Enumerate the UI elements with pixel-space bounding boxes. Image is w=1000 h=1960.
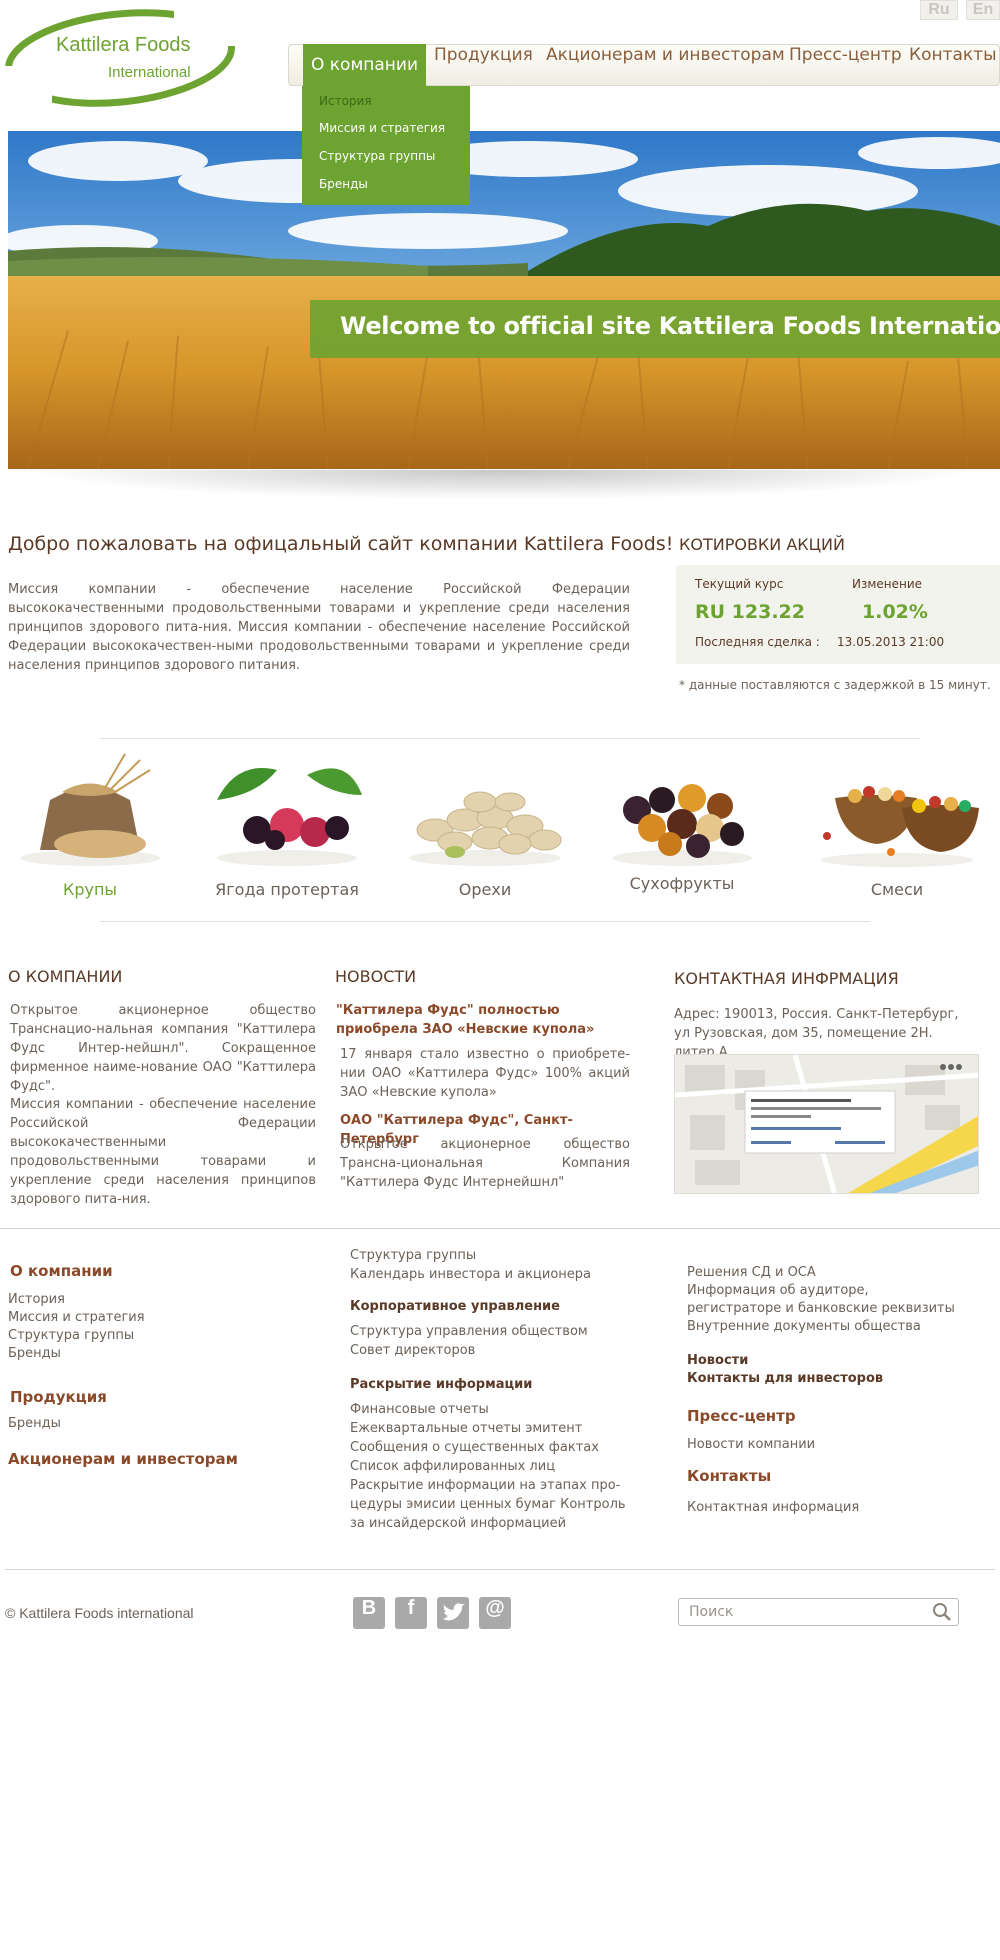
footer-link-mission[interactable]: Миссия и стратегия	[8, 1310, 145, 1325]
search-input[interactable]	[689, 1602, 919, 1622]
footer-corp-title[interactable]: Корпоративное управление	[350, 1299, 560, 1314]
nav-investors[interactable]: Акционерам и инвесторам	[546, 45, 785, 85]
lang-en-button[interactable]: En	[966, 0, 1000, 20]
footer-contacts-title[interactable]: Контакты	[687, 1467, 771, 1485]
nav-about[interactable]: О компании	[303, 44, 427, 86]
footer-products-title[interactable]: Продукция	[10, 1388, 107, 1406]
cereals-image	[20, 753, 160, 866]
product-label-berries: Ягода протертая	[215, 880, 359, 899]
divider	[100, 921, 870, 922]
about-paragraph-2: Миссия компании - обеспечение население …	[10, 1097, 316, 1207]
nav-contacts[interactable]: Контакты	[909, 45, 997, 85]
about-paragraph-1: Открытое акционерное общество Транснацио…	[10, 1003, 316, 1094]
divider	[5, 1569, 995, 1570]
dropdown-item-history[interactable]: История	[319, 94, 372, 108]
logo[interactable]: Kattilera Foods International	[4, 8, 236, 110]
about-title: О КОМПАНИИ	[8, 967, 123, 986]
location-map[interactable]	[674, 1054, 979, 1194]
about-dropdown-menu: История Миссия и стратегия Структура гру…	[302, 86, 470, 205]
email-icon[interactable]: @	[479, 1597, 511, 1629]
product-label-cereals: Крупы	[62, 880, 118, 899]
stocks-last-label: Последняя сделка :	[695, 635, 820, 649]
copyright: © Kattilera Foods international	[5, 1605, 194, 1621]
footer-link-investor-contacts[interactable]: Контакты для инвесторов	[687, 1371, 883, 1386]
logo-swoosh	[4, 9, 236, 110]
footer-link-insider[interactable]: за инсайдерской информацией	[350, 1516, 566, 1531]
footer-link-affiliates[interactable]: Список аффилированных лиц	[350, 1459, 555, 1474]
product-label-nuts: Орехи	[458, 880, 512, 899]
dropdown-item-mission[interactable]: Миссия и стратегия	[319, 121, 445, 135]
search-icon[interactable]	[932, 1602, 952, 1622]
hero-shadow	[20, 470, 980, 500]
footer-about-title[interactable]: О компании	[10, 1262, 113, 1280]
product-dried-fruits[interactable]: Сухофрукты	[592, 740, 772, 920]
footer-link-structure[interactable]: Структура группы	[8, 1328, 134, 1343]
stocks-change-label: Изменение	[852, 577, 923, 591]
footer-link-group-structure[interactable]: Структура группы	[350, 1248, 476, 1263]
footer-link-board[interactable]: Совет директоров	[350, 1343, 475, 1358]
divider	[100, 738, 920, 739]
mission-text: Миссия компании - обеспечение население …	[8, 582, 630, 673]
logo-subtitle: International	[108, 64, 191, 81]
footer-link-news[interactable]: Новости	[687, 1353, 748, 1368]
twitter-bird-glyph	[443, 1603, 465, 1621]
footer-link-investor-calendar[interactable]: Календарь инвестора и акционера	[350, 1267, 591, 1282]
footer-link-internal-docs[interactable]: Внутренние документы общества	[687, 1319, 921, 1334]
footer-link-management[interactable]: Структура управления обществом	[350, 1324, 588, 1339]
footer-link-emission-2[interactable]: цедуры эмисии ценных бумаг Контроль	[350, 1497, 626, 1512]
dried-fruits-image	[612, 784, 752, 866]
product-nuts[interactable]: Орехи	[395, 740, 575, 920]
welcome-title: Добро пожаловать на офицальный сайт комп…	[8, 533, 674, 555]
product-cereals[interactable]: Крупы	[0, 740, 180, 920]
stocks-title: КОТИРОВКИ АКЦИЙ	[679, 535, 845, 554]
footer-press-title[interactable]: Пресс-центр	[687, 1407, 796, 1425]
welcome-banner-text: Welcome to official site Kattilera Foods…	[340, 312, 1000, 340]
footer-link-auditor[interactable]: Информация об аудиторе,	[687, 1283, 869, 1298]
vk-icon[interactable]: B	[353, 1597, 385, 1629]
logo-title: Kattilera Foods	[56, 34, 191, 56]
news-item-1-headline[interactable]: "Каттилера Фудс" полностью приобрела ЗАО…	[336, 1001, 636, 1039]
stocks-change-value: 1.02%	[862, 601, 928, 623]
berries-image	[217, 768, 362, 866]
footer-link-history[interactable]: История	[8, 1292, 65, 1307]
product-berries[interactable]: Ягода протертая	[197, 740, 377, 920]
dropdown-item-brands[interactable]: Бренды	[319, 177, 368, 191]
footer-link-decisions[interactable]: Решения СД и ОСА	[687, 1265, 816, 1280]
stocks-last-value: 13.05.2013 21:00	[837, 635, 945, 649]
nav-press[interactable]: Пресс-центр	[789, 45, 902, 85]
news-item-1-text: 17 января стало известно о приобрете-нии…	[340, 1047, 630, 1100]
footer-link-brands[interactable]: Бренды	[8, 1346, 61, 1361]
footer-link-registrar[interactable]: регистраторе и банковские реквизиты	[687, 1301, 955, 1316]
map-image	[675, 1055, 978, 1193]
dropdown-item-structure[interactable]: Структура группы	[319, 149, 435, 163]
product-label-dried-fruits: Сухофрукты	[629, 874, 735, 893]
footer-link-emission-1[interactable]: Раскрытие информации на этапах про-	[350, 1478, 620, 1493]
stocks-panel: Текущий курс Изменение RU 123.22 1.02% П…	[676, 565, 1000, 664]
twitter-icon[interactable]	[437, 1597, 469, 1629]
footer-link-quarterly[interactable]: Ежеквартальные отчеты эмитент	[350, 1421, 582, 1436]
stocks-note: * данные поставляются с задержкой в 15 м…	[679, 678, 991, 692]
footer-link-company-news[interactable]: Новости компании	[687, 1437, 815, 1452]
contacts-title: КОНТАКТНАЯ ИНФРМАЦИЯ	[674, 969, 899, 988]
divider	[0, 1228, 1000, 1229]
stocks-current-label: Текущий курс	[695, 577, 784, 591]
footer-link-financial[interactable]: Финансовые отчеты	[350, 1402, 489, 1417]
nav-products[interactable]: Продукция	[434, 45, 533, 85]
footer-investors-title[interactable]: Акционерам и инвесторам	[8, 1450, 238, 1468]
product-mixes[interactable]: Смеси	[807, 740, 987, 920]
nuts-image	[409, 791, 562, 866]
stocks-current-value: RU 123.22	[695, 601, 805, 623]
search-box	[678, 1598, 959, 1626]
news-item-2-text: Открытое акционерное общество Трансна-ци…	[340, 1137, 630, 1190]
footer-link-products-brands[interactable]: Бренды	[8, 1416, 61, 1431]
mixes-image	[821, 786, 979, 867]
news-title: НОВОСТИ	[335, 967, 417, 986]
facebook-icon[interactable]: f	[395, 1597, 427, 1629]
footer-link-facts[interactable]: Сообщения о существенных фактах	[350, 1440, 599, 1455]
footer-disclosure-title[interactable]: Раскрытие информации	[350, 1377, 532, 1392]
product-label-mixes: Смеси	[870, 880, 924, 899]
lang-ru-button[interactable]: Ru	[920, 0, 958, 20]
footer-link-contact-info[interactable]: Контактная информация	[687, 1500, 859, 1515]
main-nav: О компании Продукция Акционерам и инвест…	[288, 44, 1000, 86]
